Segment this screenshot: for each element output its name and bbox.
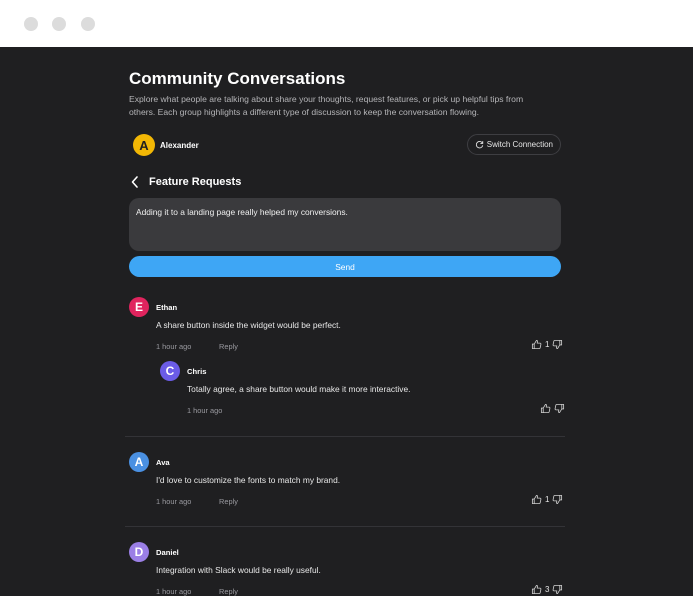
thumbs-up-icon[interactable] xyxy=(531,339,542,350)
comment-text: A share button inside the widget would b… xyxy=(156,320,341,330)
vote-controls: 1 xyxy=(531,339,563,350)
thumbs-down-icon[interactable] xyxy=(552,494,563,505)
comment-avatar: C xyxy=(160,361,180,381)
page-description: Explore what people are talking about sh… xyxy=(129,94,524,117)
thumbs-down-icon[interactable] xyxy=(552,584,563,595)
comment-avatar: E xyxy=(129,297,149,317)
window-titlebar xyxy=(0,0,693,47)
thumbs-up-icon[interactable] xyxy=(540,403,551,414)
switch-connection-label: Switch Connection xyxy=(486,140,553,149)
thumbs-up-icon[interactable] xyxy=(531,494,542,505)
thumbs-down-icon[interactable] xyxy=(554,403,565,414)
refresh-icon xyxy=(475,140,484,149)
section-title: Feature Requests xyxy=(149,176,242,188)
comment-avatar: D xyxy=(129,542,149,562)
comment-text: Totally agree, a share button would make… xyxy=(187,384,411,394)
comment-input[interactable]: Adding it to a landing page really helpe… xyxy=(129,198,561,251)
window-maximize-button[interactable] xyxy=(81,17,95,31)
reply-button[interactable]: Reply xyxy=(219,342,238,351)
window-minimize-button[interactable] xyxy=(52,17,66,31)
send-button[interactable]: Send xyxy=(129,256,561,277)
like-count: 1 xyxy=(545,340,550,349)
like-count: 3 xyxy=(545,585,550,594)
user-avatar: A xyxy=(133,134,155,156)
comment-input-value: Adding it to a landing page really helpe… xyxy=(136,207,348,217)
comment-timestamp: 1 hour ago xyxy=(156,587,192,596)
window-close-button[interactable] xyxy=(24,17,38,31)
reply-button[interactable]: Reply xyxy=(219,497,238,506)
vote-controls: 3 xyxy=(531,584,563,595)
page-title: Community Conversations xyxy=(129,69,346,88)
user-row: A Alexander Switch Connection xyxy=(129,134,561,156)
like-count: 1 xyxy=(545,495,550,504)
main-area: Community Conversations Explore what peo… xyxy=(0,47,693,596)
comment-divider xyxy=(125,436,565,437)
thumbs-down-icon[interactable] xyxy=(552,339,563,350)
comment-timestamp: 1 hour ago xyxy=(156,497,192,506)
comment-author: Chris xyxy=(187,367,207,376)
comment-avatar: A xyxy=(129,452,149,472)
comment-divider xyxy=(125,526,565,527)
comment-author: Ava xyxy=(156,458,170,467)
user-name: Alexander xyxy=(160,141,199,150)
comment-timestamp: 1 hour ago xyxy=(187,406,223,415)
comment-text: Integration with Slack would be really u… xyxy=(156,565,321,575)
chevron-left-icon[interactable] xyxy=(130,175,140,189)
reply-button[interactable]: Reply xyxy=(219,587,238,596)
thumbs-up-icon[interactable] xyxy=(531,584,542,595)
vote-controls xyxy=(540,403,565,414)
comment-author: Daniel xyxy=(156,548,179,557)
comment-author: Ethan xyxy=(156,303,178,312)
comment-timestamp: 1 hour ago xyxy=(156,342,192,351)
vote-controls: 1 xyxy=(531,494,563,505)
switch-connection-button[interactable]: Switch Connection xyxy=(466,134,561,155)
comment-text: I'd love to customize the fonts to match… xyxy=(156,475,341,485)
